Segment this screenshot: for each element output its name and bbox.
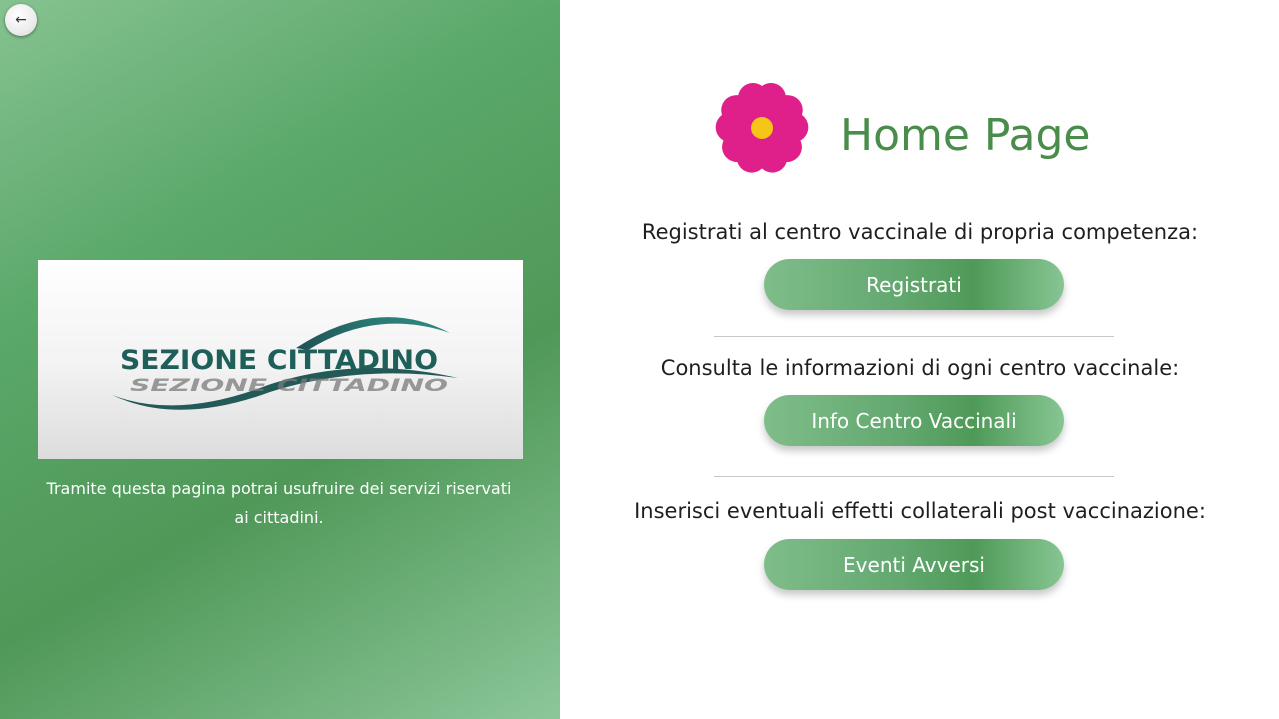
- page-title: Home Page: [840, 110, 1091, 161]
- logo-graphic: SEZIONE CITTADINO SEZIONE CITTADINO: [112, 317, 458, 410]
- register-section-label: Registrati al centro vaccinale di propri…: [641, 220, 1199, 244]
- adverse-events-section-label: Inserisci eventuali effetti collaterali …: [634, 499, 1206, 523]
- info-section-label: Consulta le informazioni di ogni centro …: [660, 356, 1180, 380]
- divider: [714, 336, 1114, 337]
- panel-description: Tramite questa pagina potrai usufruire d…: [46, 479, 512, 527]
- home-page: ← SEZIONE CITTADINO SEZIONE CITTADINO Tr…: [0, 0, 1279, 719]
- back-button[interactable]: ←: [5, 4, 37, 36]
- flower-icon: [715, 83, 809, 173]
- info-centro-vaccinali-button[interactable]: Info Centro Vaccinali: [764, 395, 1064, 446]
- left-panel: ← SEZIONE CITTADINO SEZIONE CITTADINO Tr…: [0, 0, 560, 719]
- flower-center: [751, 117, 773, 139]
- logo-text: SEZIONE CITTADINO: [120, 345, 438, 376]
- sezione-cittadino-logo: SEZIONE CITTADINO SEZIONE CITTADINO: [38, 260, 523, 459]
- logo-reflection-text: SEZIONE CITTADINO: [130, 376, 448, 396]
- divider: [714, 476, 1114, 477]
- eventi-avversi-button[interactable]: Eventi Avversi: [764, 539, 1064, 590]
- register-button[interactable]: Registrati: [764, 259, 1064, 310]
- arrow-left-icon: ←: [15, 12, 27, 28]
